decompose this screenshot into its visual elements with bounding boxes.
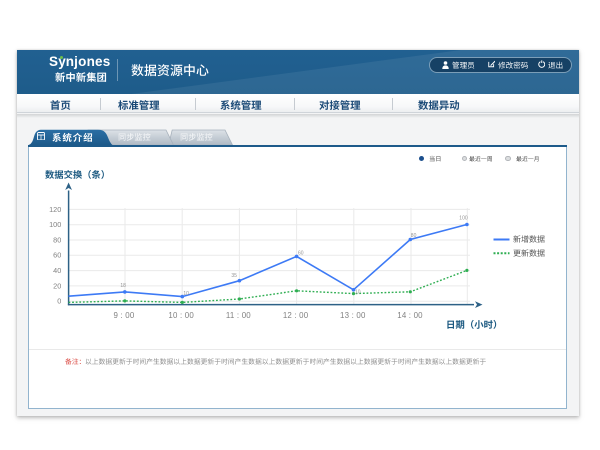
svg-text:10: 10 bbox=[355, 289, 361, 295]
svg-text:12 : 00: 12 : 00 bbox=[283, 311, 309, 320]
svg-text:10 : 00: 10 : 00 bbox=[168, 311, 194, 320]
svg-text:40: 40 bbox=[53, 266, 61, 275]
svg-text:0: 0 bbox=[57, 297, 61, 306]
svg-text:10: 10 bbox=[183, 291, 189, 297]
svg-text:80: 80 bbox=[411, 233, 417, 239]
svg-text:11 : 00: 11 : 00 bbox=[226, 311, 251, 320]
svg-text:120: 120 bbox=[49, 205, 61, 214]
svg-text:14 : 00: 14 : 00 bbox=[397, 311, 423, 320]
svg-text:20: 20 bbox=[53, 281, 61, 290]
svg-text:18: 18 bbox=[120, 283, 126, 289]
svg-text:35: 35 bbox=[231, 273, 237, 279]
svg-text:100: 100 bbox=[49, 220, 61, 229]
svg-text:9 : 00: 9 : 00 bbox=[114, 311, 135, 320]
svg-text:60: 60 bbox=[53, 251, 61, 260]
svg-text:100: 100 bbox=[459, 215, 468, 221]
svg-text:13 : 00: 13 : 00 bbox=[340, 311, 366, 320]
svg-text:80: 80 bbox=[53, 235, 61, 244]
svg-text:60: 60 bbox=[298, 251, 304, 257]
